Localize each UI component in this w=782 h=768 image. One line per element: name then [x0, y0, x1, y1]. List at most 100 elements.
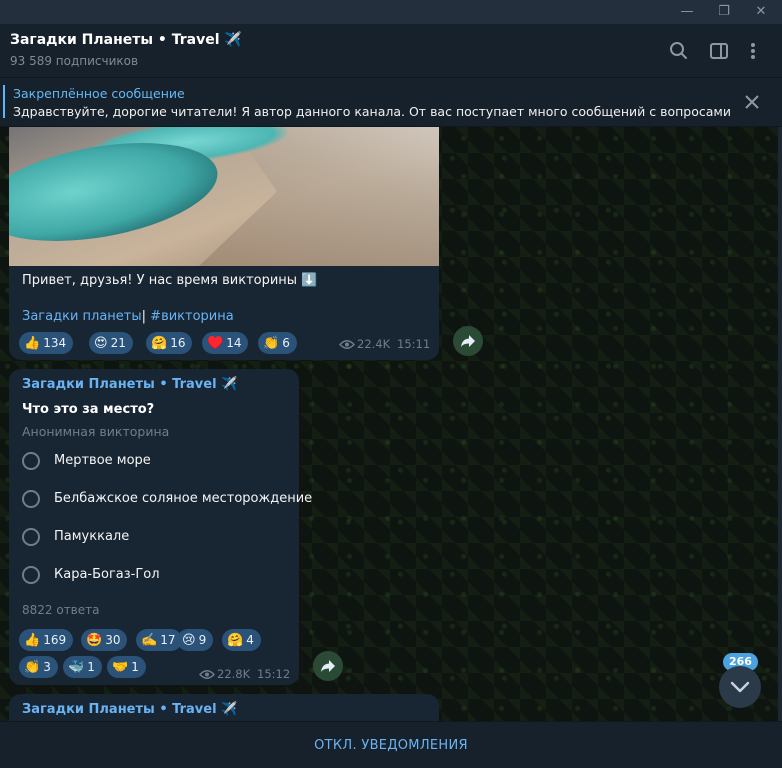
reaction-chip[interactable]: 🤩 30 — [81, 629, 128, 651]
views-eye-icon — [339, 340, 355, 349]
reaction-emoji: 👍 — [24, 633, 41, 648]
reaction-count: 9 — [198, 633, 207, 647]
forward-button[interactable] — [453, 326, 483, 356]
reaction-chip[interactable]: 👍 169 — [19, 629, 74, 651]
reaction-chip[interactable]: 😢 9 — [177, 629, 214, 651]
reaction-chip[interactable]: 🤗 4 — [222, 629, 261, 651]
views-eye-icon — [199, 670, 215, 679]
reaction-emoji: 👏 — [263, 336, 280, 351]
reaction-count: 1 — [131, 660, 139, 674]
quiz-option[interactable]: Кара-Богаз-Гол — [22, 564, 292, 586]
reaction-chip[interactable]: 🐳 1 — [63, 656, 102, 678]
radio-icon — [22, 566, 40, 584]
share-arrow-icon — [461, 335, 475, 347]
quiz-answer-count: 8822 ответа — [22, 603, 100, 617]
reaction-emoji: 🤝 — [112, 660, 129, 675]
channel-link[interactable]: Загадки планеты — [22, 309, 142, 324]
reaction-count: 134 — [43, 336, 67, 350]
quiz-option[interactable]: Памуккале — [22, 526, 292, 548]
radio-icon — [22, 490, 40, 508]
chat-header[interactable]: Загадки Планеты • Travel ✈️ 93 589 подпи… — [0, 24, 782, 78]
chat-scrollbar[interactable] — [778, 127, 782, 721]
reaction-emoji: 🐳 — [68, 660, 85, 675]
reaction-chip[interactable]: 😍 21 — [89, 332, 133, 354]
forward-button[interactable] — [313, 651, 343, 681]
chevron-down-icon — [730, 681, 750, 693]
search-icon — [670, 42, 687, 59]
reaction-count: 169 — [43, 633, 67, 647]
reaction-chip[interactable]: ✍️ 17 — [136, 629, 183, 651]
window-titlebar: — ❐ ✕ — [0, 0, 782, 24]
view-count: 22.8K — [217, 667, 251, 681]
chat-area[interactable]: Привет, друзья! У нас время викторины ⬇️… — [0, 127, 782, 721]
reaction-emoji: 🤗 — [227, 633, 244, 648]
more-vertical-icon — [751, 43, 755, 59]
reaction-count: 14 — [226, 336, 242, 350]
message-sender[interactable]: Загадки Планеты • Travel ✈️ — [22, 702, 237, 717]
reaction-emoji: 🤗 — [151, 336, 168, 351]
bottom-bar: ОТКЛ. УВЕДОМЛЕНИЯ — [0, 721, 782, 768]
quiz-option[interactable]: Белбажское соляное месторождение — [22, 488, 312, 510]
message-bubble-intro[interactable]: Привет, друзья! У нас время викторины ⬇️… — [9, 127, 439, 360]
message-photo[interactable] — [9, 127, 439, 266]
message-time: 15:12 — [257, 667, 291, 681]
maximize-button[interactable]: ❐ — [707, 0, 741, 24]
more-options-button[interactable] — [740, 38, 766, 64]
reaction-emoji: ♥️ — [207, 336, 224, 351]
reaction-chip[interactable]: 🤗 16 — [146, 332, 193, 354]
message-time: 15:11 — [397, 337, 431, 351]
reaction-count: 3 — [43, 660, 51, 674]
message-bubble-next[interactable]: Загадки Планеты • Travel ✈️ — [9, 694, 439, 721]
reaction-chip[interactable]: 👏 6 — [258, 332, 297, 354]
quiz-option-label: Белбажское соляное месторождение — [54, 491, 313, 506]
reaction-emoji: 👏 — [24, 660, 41, 675]
message-bubble-quiz[interactable]: Загадки Планеты • Travel ✈️ Что это за м… — [9, 369, 312, 685]
view-count: 22.4K — [357, 337, 391, 351]
reaction-count: 30 — [105, 633, 121, 647]
share-arrow-icon — [321, 660, 335, 672]
channel-title: Загадки Планеты • Travel ✈️ — [10, 32, 242, 48]
quiz-option-label: Кара-Богаз-Гол — [54, 567, 160, 582]
reaction-emoji: 👍 — [24, 336, 41, 351]
subscriber-count: 93 589 подписчиков — [10, 54, 139, 68]
radio-icon — [22, 452, 40, 470]
scroll-to-bottom-button[interactable] — [719, 666, 761, 708]
sidebar-toggle-button[interactable] — [706, 38, 732, 64]
close-icon — [745, 95, 759, 109]
pinned-indicator — [3, 85, 5, 118]
reaction-chip[interactable]: 🤝 1 — [107, 656, 146, 678]
reaction-count: 1 — [87, 660, 95, 674]
reaction-emoji: 😍 — [94, 336, 108, 351]
hashtag-link[interactable]: #викторина — [150, 309, 234, 324]
link-separator: | — [141, 309, 147, 324]
message-text: Привет, друзья! У нас время викторины ⬇️ — [22, 273, 318, 288]
pinned-title: Закреплённое сообщение — [13, 86, 185, 101]
reaction-count: 16 — [170, 336, 186, 350]
reaction-count: 21 — [110, 336, 126, 350]
quiz-option[interactable]: Мертвое море — [22, 450, 292, 472]
sidebar-icon — [710, 43, 728, 59]
reaction-count: 17 — [160, 633, 176, 647]
quiz-question: Что это за место? — [22, 402, 155, 417]
reaction-emoji: 😢 — [182, 633, 196, 648]
mute-notifications-button[interactable]: ОТКЛ. УВЕДОМЛЕНИЯ — [0, 722, 782, 768]
close-pinned-button[interactable] — [742, 92, 762, 112]
radio-icon — [22, 528, 40, 546]
minimize-button[interactable]: — — [670, 0, 704, 24]
pinned-message-bar[interactable]: Закреплённое сообщение Здравствуйте, дор… — [0, 78, 782, 127]
quiz-option-label: Памуккале — [54, 529, 130, 544]
reaction-chip[interactable]: 👏 3 — [19, 656, 58, 678]
message-links: Загадки планеты| #викторина — [22, 309, 234, 324]
pinned-text: Здравствуйте, дорогие читатели! Я автор … — [13, 104, 733, 119]
reaction-emoji: 🤩 — [86, 633, 103, 648]
reaction-count: 6 — [282, 336, 290, 350]
reaction-count: 4 — [246, 633, 254, 647]
search-button[interactable] — [666, 38, 692, 64]
quiz-option-label: Мертвое море — [54, 453, 151, 468]
quiz-type: Анонимная викторина — [22, 424, 170, 439]
message-sender[interactable]: Загадки Планеты • Travel ✈️ — [22, 377, 237, 392]
reaction-emoji: ✍️ — [141, 633, 158, 648]
reaction-chip[interactable]: 👍 134 — [19, 332, 74, 354]
reaction-chip[interactable]: ♥️ 14 — [202, 332, 249, 354]
close-window-button[interactable]: ✕ — [744, 0, 778, 24]
